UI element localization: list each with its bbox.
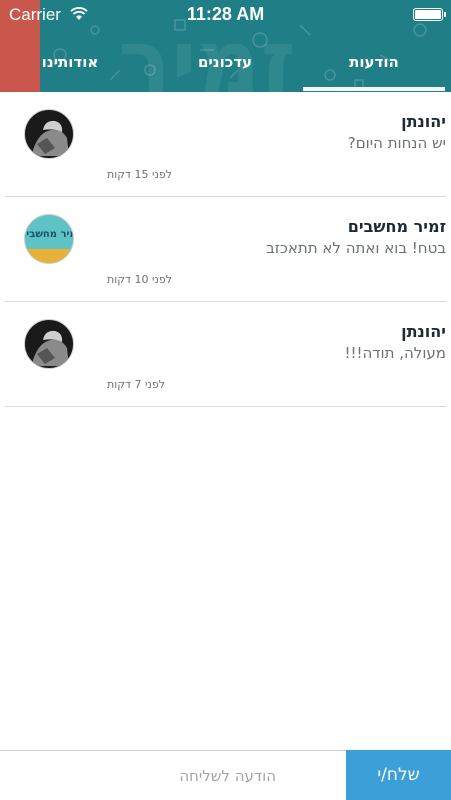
status-bar: Carrier 11:28 AM (0, 0, 451, 30)
tab-bar: אודותינו עדכונים הודעות (0, 48, 451, 92)
message-list: יהונתן יש הנחות היום? לפני 15 דקות זמיר … (0, 92, 451, 407)
avatar: זמיר מחשבים (24, 214, 74, 264)
tab-updates[interactable]: עדכונים (175, 48, 275, 92)
message-item[interactable]: זמיר מחשבים זמיר מחשבים בטח! בוא ואתה לא… (5, 197, 446, 302)
message-time: לפני 10 דקות (107, 273, 173, 286)
message-text: יש הנחות היום? (347, 134, 446, 152)
message-sender: יהונתן (401, 322, 446, 341)
user-avatar-icon (33, 330, 69, 366)
tab-about[interactable]: אודותינו (20, 48, 120, 92)
message-item[interactable]: יהונתן יש הנחות היום? לפני 15 דקות (5, 92, 446, 197)
message-text: בטח! בוא ואתה לא תתאכזב (266, 239, 446, 257)
message-text: מעולה, תודה!!! (344, 344, 447, 362)
avatar (24, 109, 74, 159)
message-composer: שלח/י (0, 750, 451, 800)
message-sender: יהונתן (401, 112, 446, 131)
active-tab-indicator (303, 87, 445, 91)
clock: 11:28 AM (186, 4, 265, 24)
avatar-logo-text: זמיר מחשבים (25, 229, 74, 240)
company-logo-icon: זמיר מחשבים (25, 229, 74, 263)
user-avatar-icon (33, 120, 69, 156)
send-button[interactable]: שלח/י (346, 750, 451, 800)
avatar (24, 319, 74, 369)
tab-messages[interactable]: הודעות (303, 48, 445, 92)
message-item[interactable]: יהונתן מעולה, תודה!!! לפני 7 דקות (5, 302, 446, 407)
message-input[interactable] (0, 751, 346, 800)
message-sender: זמיר מחשבים (347, 217, 446, 236)
message-time: לפני 7 דקות (107, 378, 166, 391)
message-time: לפני 15 דקות (107, 168, 173, 181)
battery-icon (413, 8, 446, 21)
app-header: זמיר Carrier 11:28 AM אודותינו עדכונים ה… (0, 0, 451, 92)
